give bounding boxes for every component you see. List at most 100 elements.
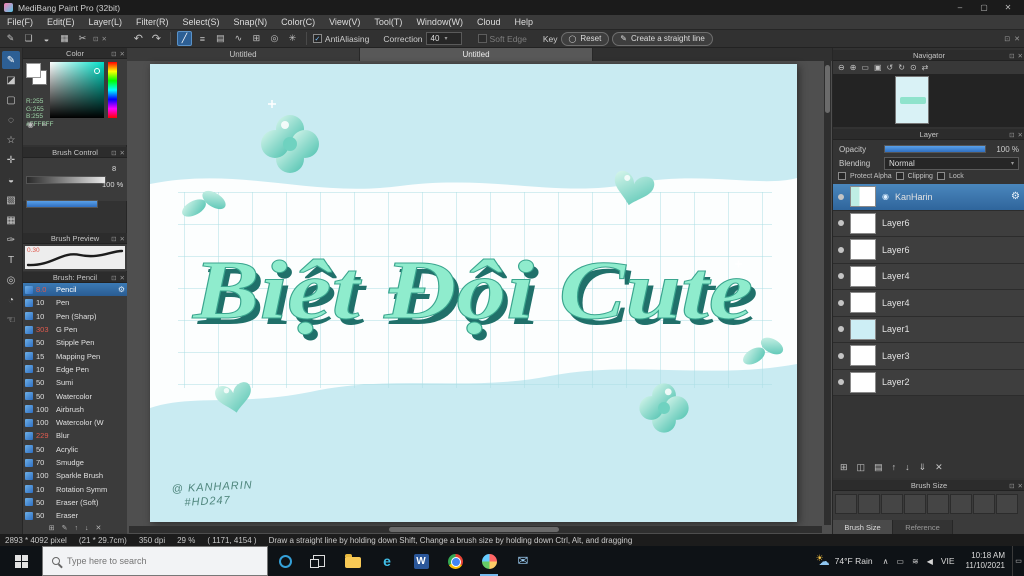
radial-snap-icon[interactable]: ✳ xyxy=(285,31,300,46)
menu-file[interactable]: File(F) xyxy=(0,15,40,30)
antialiasing-checkbox[interactable]: ✓ xyxy=(312,34,322,43)
reset-button[interactable]: ◯ Reset xyxy=(560,31,610,46)
tab-brush-size[interactable]: Brush Size xyxy=(833,520,893,534)
brush-item[interactable]: 50 Sumi xyxy=(23,376,127,390)
navigator-viewport[interactable] xyxy=(833,74,1024,127)
brush-item[interactable]: 10 Rotation Symm xyxy=(23,482,127,496)
panel-close-icon[interactable]: ✕ xyxy=(120,149,125,157)
color-sliders-icon[interactable]: ≡ xyxy=(42,120,47,129)
menu-cloud[interactable]: Cloud xyxy=(470,15,508,30)
blending-dropdown[interactable]: Normal ▾ xyxy=(884,156,1019,170)
word-button[interactable]: W xyxy=(404,546,438,576)
panel-collapse-icon[interactable]: ⊡ xyxy=(111,149,116,157)
text-tool[interactable]: T xyxy=(2,251,20,269)
brush-up-icon[interactable]: ↑ xyxy=(74,525,78,532)
dock-collapse-icon[interactable]: ⊡ xyxy=(93,35,98,43)
hatch-lines-icon[interactable]: ▤ xyxy=(213,31,228,46)
move-tool[interactable]: ✛ xyxy=(2,151,20,169)
new-layer-icon[interactable]: ⊞ xyxy=(840,462,848,473)
visibility-dot-icon[interactable] xyxy=(838,273,844,280)
lasso-select-tool[interactable]: ◌ xyxy=(2,111,20,129)
layer-row-selected[interactable]: ◉ KanHarin ⚙ xyxy=(833,184,1024,211)
cortana-button[interactable] xyxy=(268,546,302,576)
brush-item[interactable]: 10 Edge Pen xyxy=(23,362,127,377)
panel-icon[interactable]: ❏ xyxy=(21,31,36,46)
taskbar-search[interactable] xyxy=(42,546,268,576)
mesh-icon[interactable]: ▦ xyxy=(57,31,72,46)
brush-item[interactable]: 70 Smudge xyxy=(23,455,127,470)
mail-button[interactable]: ✉ xyxy=(506,546,540,576)
reset-rotation-icon[interactable]: ⊙ xyxy=(910,63,917,72)
layer-folder-icon[interactable]: ▤ xyxy=(874,462,883,473)
menu-snap[interactable]: Snap(N) xyxy=(227,15,275,30)
marquee-select-tool[interactable]: ▢ xyxy=(2,91,20,109)
brush-size-preset[interactable] xyxy=(881,494,903,514)
foreground-color-swatch[interactable] xyxy=(26,63,41,78)
menu-select[interactable]: Select(S) xyxy=(176,15,227,30)
divide-tool[interactable]: ▦ xyxy=(2,211,20,229)
brush-item[interactable]: 50 Watercolor xyxy=(23,389,127,403)
undo-icon[interactable]: ↶ xyxy=(131,31,146,46)
brush-item[interactable]: 303 G Pen xyxy=(23,322,127,337)
brush-size-preset[interactable] xyxy=(927,494,949,514)
vertical-scrollbar-thumb[interactable] xyxy=(825,65,830,113)
flip-view-icon[interactable]: ⇄ xyxy=(922,63,929,72)
measure-tool[interactable]: ◔ xyxy=(2,291,20,309)
visibility-dot-icon[interactable] xyxy=(838,193,844,200)
grid-snap-icon[interactable]: ⊞ xyxy=(249,31,264,46)
minimize-button[interactable]: – xyxy=(948,0,972,15)
ellipse-snap-icon[interactable]: ◎ xyxy=(267,31,282,46)
language-indicator[interactable]: VIE xyxy=(937,556,959,566)
start-button[interactable] xyxy=(0,546,42,576)
delete-brush-icon[interactable]: ✕ xyxy=(95,524,101,532)
correction-dropdown[interactable]: 40 ▾ xyxy=(425,32,462,45)
menu-edit[interactable]: Edit(E) xyxy=(40,15,82,30)
magic-wand-tool[interactable]: ☆ xyxy=(2,131,20,149)
brush-item[interactable]: 50 Acrylic xyxy=(23,442,127,456)
redo-icon[interactable]: ↷ xyxy=(149,31,164,46)
layer-up-icon[interactable]: ↑ xyxy=(892,462,897,472)
merge-layer-icon[interactable]: ⇓ xyxy=(919,462,927,473)
monitor-icon[interactable]: ▭ xyxy=(892,557,908,566)
panel-collapse-icon[interactable]: ⊡ xyxy=(111,235,116,243)
brush-item[interactable]: 50 Eraser (Soft) xyxy=(23,495,127,510)
task-view-button[interactable] xyxy=(302,546,336,576)
panel-collapse-icon[interactable]: ⊡ xyxy=(111,50,116,58)
volume-icon[interactable]: ◀ xyxy=(923,557,937,566)
brush-size-preset[interactable] xyxy=(973,494,995,514)
scissors-icon[interactable]: ✂ xyxy=(75,31,90,46)
chrome-button[interactable] xyxy=(438,546,472,576)
action-center-button[interactable]: ▭ xyxy=(1012,546,1024,576)
fit-window-icon[interactable]: ▭ xyxy=(861,63,869,72)
fill-icon[interactable]: ◒ xyxy=(39,31,54,46)
panel-close-icon[interactable]: ✕ xyxy=(1018,482,1023,490)
hue-slider[interactable] xyxy=(108,62,117,118)
layer-row[interactable]: Layer4 xyxy=(833,263,1024,290)
gear-icon[interactable]: ⚙ xyxy=(118,285,125,294)
brush-opacity-slider[interactable] xyxy=(26,200,98,208)
menu-tool[interactable]: Tool(T) xyxy=(367,15,409,30)
brush-down-icon[interactable]: ↓ xyxy=(85,525,89,532)
brush-item[interactable]: 8.0 Pencil ⚙ xyxy=(23,283,127,297)
visibility-dot-icon[interactable] xyxy=(838,326,844,333)
horizontal-scrollbar[interactable] xyxy=(129,526,822,533)
soft-edge-checkbox[interactable] xyxy=(477,34,487,43)
layer-row[interactable]: Layer6 xyxy=(833,210,1024,237)
dock-close-icon[interactable]: ✕ xyxy=(101,35,106,43)
gradient-tool[interactable]: ▧ xyxy=(2,191,20,209)
zoom-out-icon[interactable]: ⊖ xyxy=(838,63,845,72)
layer-row[interactable]: Layer4 xyxy=(833,290,1024,317)
rotate-left-icon[interactable]: ↺ xyxy=(887,63,894,72)
visibility-dot-icon[interactable] xyxy=(838,220,844,227)
clipping-checkbox[interactable] xyxy=(895,172,904,180)
maximize-button[interactable]: ▢ xyxy=(972,0,996,15)
panel-close-icon[interactable]: ✕ xyxy=(120,235,125,243)
eraser-tool[interactable]: ◪ xyxy=(2,71,20,89)
delete-layer-icon[interactable]: ✕ xyxy=(935,462,943,473)
brush-size-preset[interactable] xyxy=(950,494,972,514)
menu-layer[interactable]: Layer(L) xyxy=(82,15,130,30)
add-brush-icon[interactable]: ⊞ xyxy=(49,524,55,532)
vertical-scrollbar[interactable] xyxy=(824,61,831,525)
wifi-icon[interactable]: ≋ xyxy=(908,557,923,566)
brush-size-preset[interactable] xyxy=(858,494,880,514)
